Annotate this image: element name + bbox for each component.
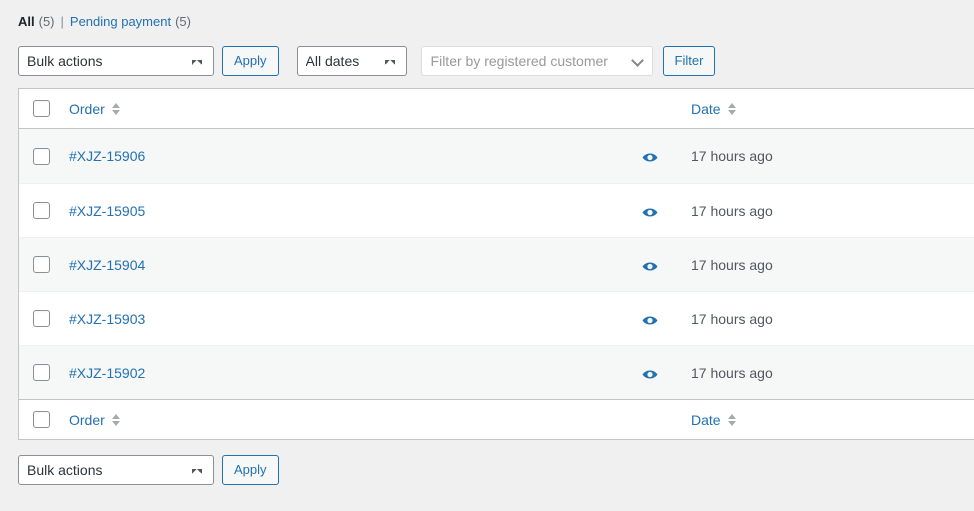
select-all-checkbox-top[interactable] xyxy=(33,100,50,117)
status-filter-all-link[interactable]: All xyxy=(18,12,35,32)
table-footer-row: Order Date xyxy=(19,399,974,439)
table-header-row: Order Date xyxy=(19,89,974,129)
date-filter-select[interactable]: All dates xyxy=(297,46,407,76)
row-order-cell: #XJZ-15902 xyxy=(61,345,617,399)
row-date-cell: 17 hours ago xyxy=(683,183,974,237)
sort-arrows-icon xyxy=(112,414,120,426)
status-filter-pending-payment[interactable]: Pending payment (5) xyxy=(70,12,191,32)
row-order-cell: #XJZ-15903 xyxy=(61,291,617,345)
sort-order-link-bottom[interactable]: Order xyxy=(69,412,120,428)
table-row: #XJZ-15906 17 hours ago xyxy=(19,129,974,183)
sort-order-link-top[interactable]: Order xyxy=(69,101,120,117)
table-row: #XJZ-15903 17 hours ago xyxy=(19,291,974,345)
row-preview-cell xyxy=(617,291,683,345)
sort-arrows-icon xyxy=(728,414,736,426)
filter-button[interactable]: Filter xyxy=(663,46,716,76)
apply-button-top[interactable]: Apply xyxy=(222,46,279,76)
column-footer-date: Date xyxy=(683,399,974,439)
tablenav-bottom: Bulk actions Apply xyxy=(0,440,974,496)
order-date: 17 hours ago xyxy=(691,148,773,164)
status-filter-separator: | xyxy=(55,12,70,32)
order-number-link[interactable]: #XJZ-15906 xyxy=(69,148,145,164)
row-date-cell: 17 hours ago xyxy=(683,291,974,345)
row-checkbox[interactable] xyxy=(33,364,50,381)
chevron-down-icon xyxy=(632,55,644,67)
row-checkbox[interactable] xyxy=(33,148,50,165)
row-date-cell: 17 hours ago xyxy=(683,129,974,183)
row-select-cell xyxy=(19,129,61,183)
eye-icon[interactable] xyxy=(640,201,660,221)
table-row: #XJZ-15905 17 hours ago xyxy=(19,183,974,237)
orders-table: Order Date #XJZ-15906 17 hours ago xyxy=(18,88,974,440)
order-number-link[interactable]: #XJZ-15904 xyxy=(69,257,145,273)
orders-table-body: #XJZ-15906 17 hours ago #XJZ-15905 17 ho… xyxy=(19,129,974,399)
column-footer-order: Order xyxy=(61,399,617,439)
table-row: #XJZ-15902 17 hours ago xyxy=(19,345,974,399)
row-select-cell xyxy=(19,237,61,291)
row-date-cell: 17 hours ago xyxy=(683,237,974,291)
row-preview-cell xyxy=(617,183,683,237)
status-filter-all[interactable]: All (5) xyxy=(18,12,55,32)
eye-icon[interactable] xyxy=(640,255,660,275)
column-header-order-label: Order xyxy=(69,101,105,117)
row-select-cell xyxy=(19,291,61,345)
column-header-order: Order xyxy=(61,89,617,129)
column-footer-order-label: Order xyxy=(69,412,105,428)
column-header-preview xyxy=(617,89,683,129)
order-date: 17 hours ago xyxy=(691,365,773,381)
row-checkbox[interactable] xyxy=(33,310,50,327)
date-filter-wrap: All dates xyxy=(297,46,407,76)
order-number-link[interactable]: #XJZ-15903 xyxy=(69,311,145,327)
order-date: 17 hours ago xyxy=(691,257,773,273)
status-filter-all-count: (5) xyxy=(39,12,55,32)
status-filter-list: All (5) | Pending payment (5) xyxy=(0,0,974,32)
column-footer-date-label: Date xyxy=(691,412,721,428)
sort-date-link-bottom[interactable]: Date xyxy=(691,412,736,428)
select-all-checkbox-bottom[interactable] xyxy=(33,411,50,428)
order-number-link[interactable]: #XJZ-15902 xyxy=(69,365,145,381)
row-checkbox[interactable] xyxy=(33,256,50,273)
orders-table-head: Order Date xyxy=(19,89,974,129)
orders-table-foot: Order Date xyxy=(19,399,974,439)
eye-icon[interactable] xyxy=(640,309,660,329)
sort-arrows-icon xyxy=(112,103,120,115)
order-date: 17 hours ago xyxy=(691,311,773,327)
column-footer-preview xyxy=(617,399,683,439)
row-select-cell xyxy=(19,345,61,399)
row-preview-cell xyxy=(617,129,683,183)
table-row: #XJZ-15904 17 hours ago xyxy=(19,237,974,291)
customer-filter-select[interactable]: Filter by registered customer xyxy=(421,46,653,76)
select-all-footer xyxy=(19,399,61,439)
eye-icon[interactable] xyxy=(640,146,660,166)
select-all-header xyxy=(19,89,61,129)
row-order-cell: #XJZ-15905 xyxy=(61,183,617,237)
order-date: 17 hours ago xyxy=(691,203,773,219)
row-order-cell: #XJZ-15906 xyxy=(61,129,617,183)
column-header-date: Date xyxy=(683,89,974,129)
status-filter-separator-wrap: | xyxy=(55,12,70,32)
sort-date-link-top[interactable]: Date xyxy=(691,101,736,117)
row-date-cell: 17 hours ago xyxy=(683,345,974,399)
status-filter-pending-payment-link[interactable]: Pending payment xyxy=(70,12,171,32)
row-order-cell: #XJZ-15904 xyxy=(61,237,617,291)
sort-arrows-icon xyxy=(728,103,736,115)
tablenav-top: Bulk actions Apply All dates Filter by r… xyxy=(0,32,974,88)
column-header-date-label: Date xyxy=(691,101,721,117)
customer-filter-placeholder: Filter by registered customer xyxy=(431,53,632,69)
order-number-link[interactable]: #XJZ-15905 xyxy=(69,203,145,219)
row-preview-cell xyxy=(617,237,683,291)
status-filter-pending-payment-count: (5) xyxy=(175,12,191,32)
row-preview-cell xyxy=(617,345,683,399)
apply-button-bottom[interactable]: Apply xyxy=(222,455,279,485)
bulk-actions-select-top[interactable]: Bulk actions xyxy=(18,46,214,76)
row-checkbox[interactable] xyxy=(33,202,50,219)
bulk-actions-select-bottom[interactable]: Bulk actions xyxy=(18,455,214,485)
eye-icon[interactable] xyxy=(640,363,660,383)
row-select-cell xyxy=(19,183,61,237)
